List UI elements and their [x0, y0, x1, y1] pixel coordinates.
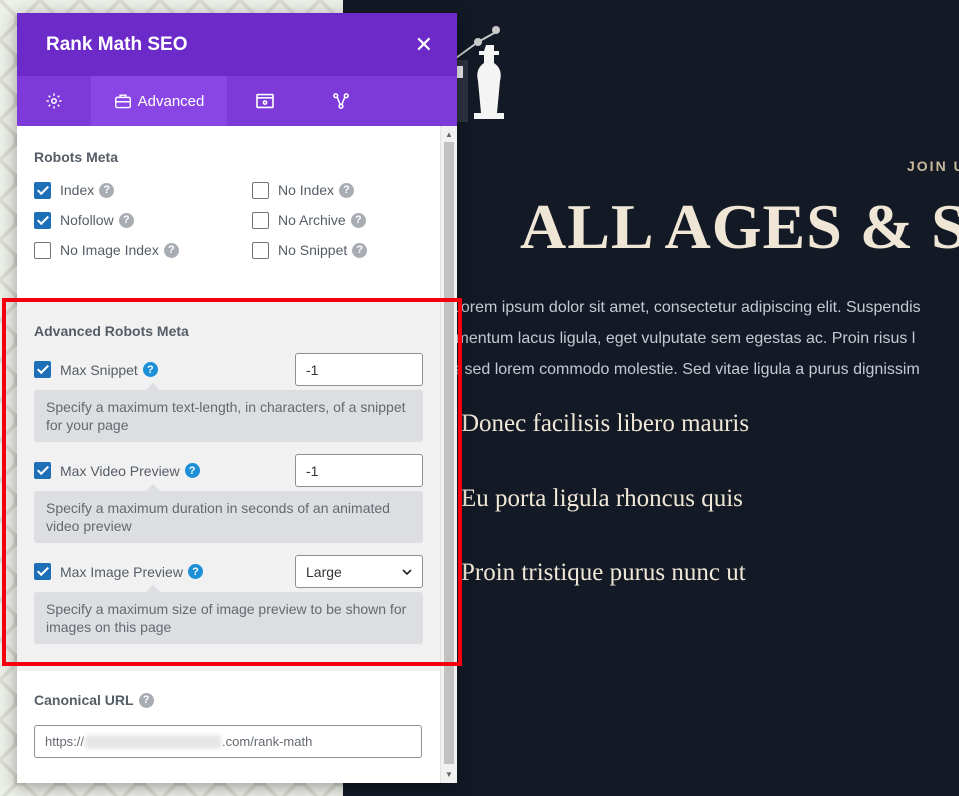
robots-option-noarchive: No Archive ?: [252, 209, 432, 231]
panel-title: Rank Math SEO: [46, 33, 188, 55]
canonical-section: Canonical URL ? https:// .com/rank-math: [17, 671, 440, 783]
robots-meta-title: Robots Meta: [34, 149, 118, 165]
canonical-url-prefix: https://: [45, 734, 85, 749]
site-list-item: Eu porta ligula rhoncus quis: [461, 485, 743, 512]
index-checkbox[interactable]: [34, 181, 51, 199]
no-snippet-label: No Snippet: [278, 242, 348, 258]
robots-meta-grid: Index ? No Index ? Nofollow ? No Archive…: [34, 179, 423, 261]
help-icon[interactable]: ?: [99, 182, 115, 198]
site-paragraph-line: s sed lorem commodo molestie. Sed vitae …: [452, 361, 920, 378]
help-icon[interactable]: ?: [138, 692, 154, 708]
briefcase-icon: [114, 94, 131, 109]
robots-option-noindex: No Index ?: [252, 179, 432, 201]
no-index-label: No Index: [278, 182, 335, 198]
no-archive-checkbox[interactable]: [252, 211, 269, 229]
site-list-item: Proin tristique purus nunc ut: [461, 559, 746, 586]
tab-social[interactable]: [227, 76, 303, 126]
index-label: Index: [60, 182, 95, 198]
panel-header: Rank Math SEO ✕: [17, 13, 457, 76]
nofollow-checkbox[interactable]: [34, 211, 51, 229]
chess-logo-icon: [448, 26, 504, 122]
site-list-item: Donec facilisis libero mauris: [461, 410, 750, 437]
help-icon[interactable]: ?: [339, 182, 355, 198]
nofollow-label: Nofollow: [60, 212, 114, 228]
help-icon[interactable]: ?: [352, 242, 368, 258]
site-paragraph: Lorem ipsum dolor sit amet, consectetur …: [452, 292, 959, 385]
gear-icon: [46, 93, 62, 109]
no-archive-label: No Archive: [278, 212, 346, 228]
highlight-box: [2, 298, 462, 666]
canonical-title: Canonical URL: [34, 692, 134, 708]
browser-window-icon: [256, 93, 274, 109]
site-eyebrow: JOIN U: [907, 158, 959, 174]
tab-advanced-label: Advanced: [137, 92, 205, 110]
help-icon[interactable]: ?: [118, 212, 134, 228]
canonical-url-input[interactable]: https:// .com/rank-math: [34, 725, 422, 758]
redacted-domain: [85, 734, 222, 749]
help-icon[interactable]: ?: [350, 212, 366, 228]
no-index-checkbox[interactable]: [252, 181, 269, 199]
close-icon[interactable]: ✕: [415, 33, 433, 56]
robots-option-index: Index ?: [34, 179, 252, 201]
no-image-index-checkbox[interactable]: [34, 241, 51, 259]
scroll-down-icon[interactable]: ▼: [445, 770, 453, 779]
site-hero-title: ALL AGES & S: [520, 191, 959, 262]
help-icon[interactable]: ?: [163, 242, 179, 258]
robots-meta-section: Robots Meta Index ? No Index ? Nofollow …: [17, 126, 440, 301]
scroll-up-icon[interactable]: ▲: [445, 130, 453, 139]
canonical-url-suffix: .com/rank-math: [222, 734, 313, 749]
robots-option-noimageindex: No Image Index ?: [34, 239, 252, 261]
site-paragraph-line: imentum lacus ligula, eget vulputate sem…: [452, 330, 916, 347]
panel-tabs: Advanced: [17, 76, 457, 126]
tab-schema[interactable]: [303, 76, 379, 126]
tab-general[interactable]: [17, 76, 91, 126]
schema-nodes-icon: [333, 93, 349, 109]
robots-option-nofollow: Nofollow ?: [34, 209, 252, 231]
tab-advanced[interactable]: Advanced: [91, 76, 227, 126]
robots-option-nosnippet: No Snippet ?: [252, 239, 432, 261]
site-paragraph-line: Lorem ipsum dolor sit amet, consectetur …: [452, 299, 921, 316]
no-image-index-label: No Image Index: [60, 242, 159, 258]
no-snippet-checkbox[interactable]: [252, 241, 269, 259]
